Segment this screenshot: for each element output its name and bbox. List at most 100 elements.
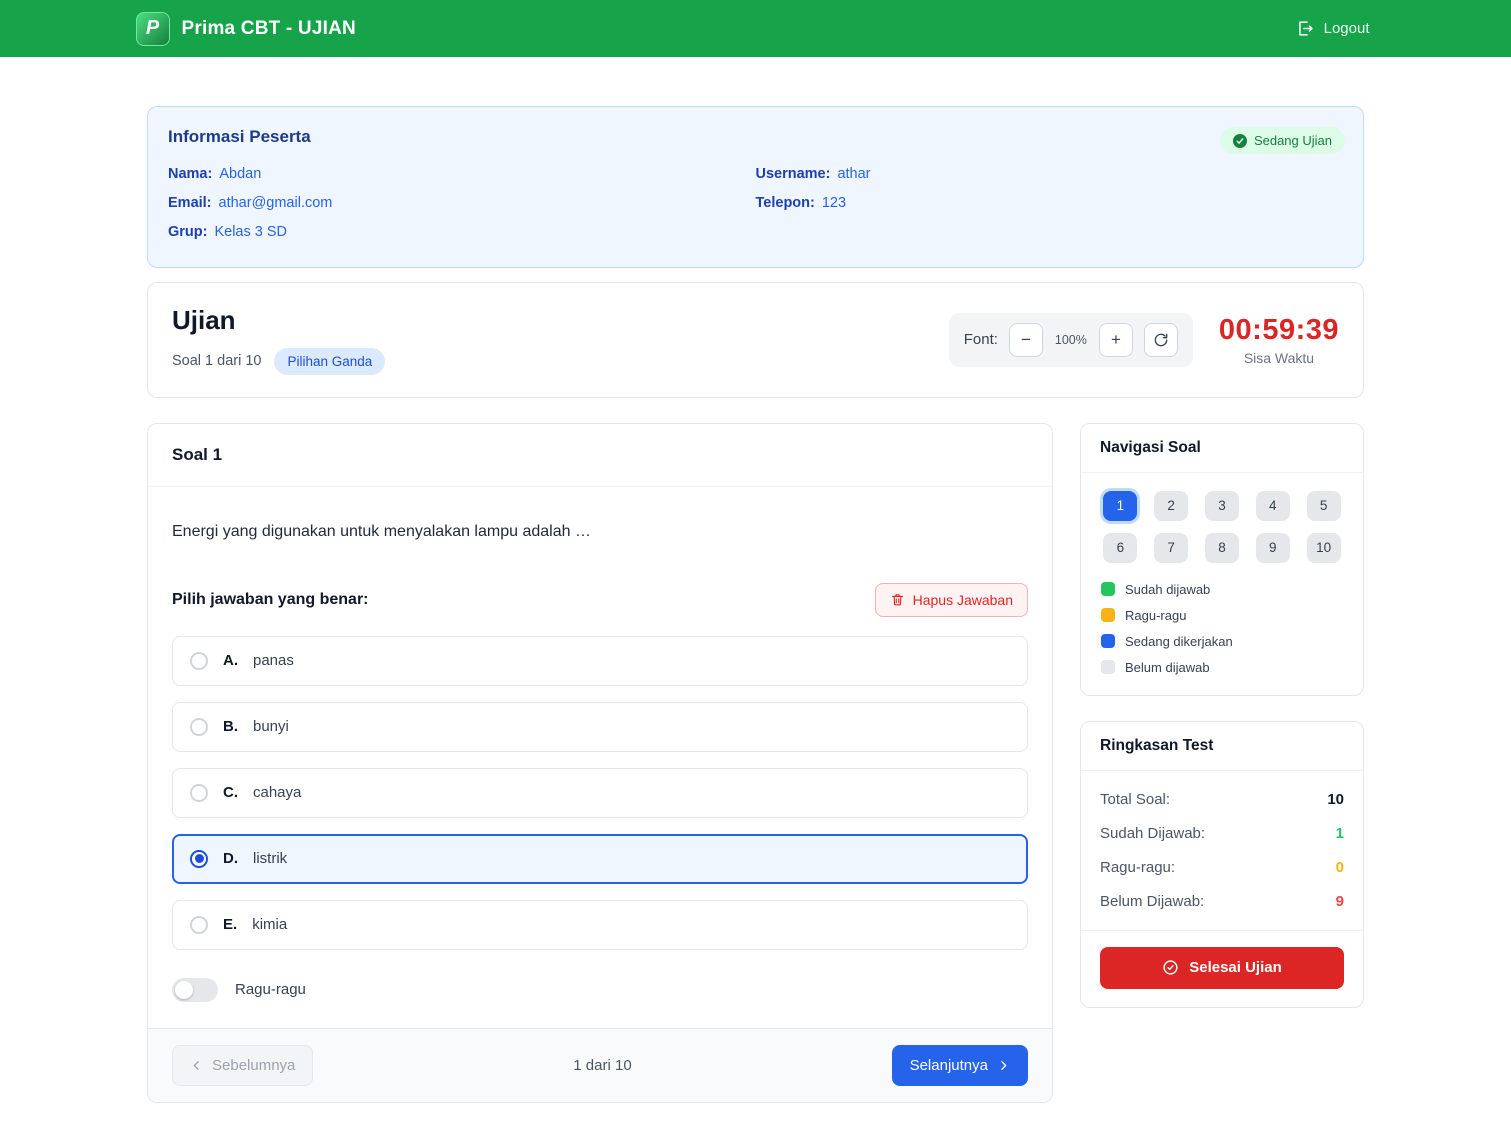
answer-option-c[interactable]: C. cahaya (172, 768, 1028, 818)
answer-option-e[interactable]: E. kimia (172, 900, 1028, 950)
app-title: Prima CBT - UJIAN (182, 18, 356, 40)
next-question-button[interactable]: Selanjutnya (892, 1045, 1028, 1086)
font-size-value: 100% (1054, 333, 1088, 347)
font-reset-button[interactable] (1144, 323, 1178, 357)
summary-label: Belum Dijawab: (1100, 893, 1204, 910)
summary-label: Sudah Dijawab: (1100, 825, 1205, 842)
minus-icon: − (1021, 331, 1031, 348)
summary-value-answered: 1 (1336, 825, 1344, 842)
field-username-value: athar (837, 166, 870, 182)
question-nav-button-7[interactable]: 7 (1154, 533, 1188, 563)
exam-title: Ujian (172, 305, 385, 336)
font-increase-button[interactable]: + (1099, 323, 1133, 357)
field-nama-label: Nama: (168, 166, 212, 182)
legend-item-doubtful: Ragu-ragu (1101, 608, 1343, 623)
question-nav-button-6[interactable]: 6 (1103, 533, 1137, 563)
field-email-label: Email: (168, 195, 212, 211)
participant-info-title: Informasi Peserta (168, 127, 1343, 147)
brand-logo-letter: P (146, 17, 159, 40)
test-summary-card: Ringkasan Test Total Soal: 10 Sudah Dija… (1080, 721, 1364, 1008)
field-grup: Grup: Kelas 3 SD (168, 225, 756, 241)
question-navigation-card: Navigasi Soal 1 2 3 4 5 6 7 8 9 10 (1080, 423, 1364, 696)
question-nav-button-10[interactable]: 10 (1307, 533, 1341, 563)
summary-row-unanswered: Belum Dijawab: 9 (1100, 893, 1344, 910)
legend-swatch-unanswered (1101, 660, 1115, 674)
question-nav-button-2[interactable]: 2 (1154, 491, 1188, 521)
exam-progress: Soal 1 dari 10 (172, 353, 261, 369)
timer: 00:59:39 Sisa Waktu (1219, 314, 1339, 366)
field-grup-value: Kelas 3 SD (214, 224, 287, 240)
option-letter: C. (223, 784, 238, 801)
legend-item-current: Sedang dikerjakan (1101, 634, 1343, 649)
option-letter: A. (223, 652, 238, 669)
field-telepon-label: Telepon: (756, 195, 815, 211)
option-letter: E. (223, 916, 237, 933)
clear-answer-button[interactable]: Hapus Jawaban (875, 583, 1028, 617)
question-text: Energi yang digunakan untuk menyalakan l… (172, 523, 1028, 541)
field-username: Username:athar (756, 167, 1344, 183)
field-nama-value: Abdan (219, 166, 261, 182)
question-nav-button-5[interactable]: 5 (1307, 491, 1341, 521)
question-nav-button-1[interactable]: 1 (1103, 491, 1137, 521)
finish-exam-button[interactable]: Selesai Ujian (1100, 947, 1344, 989)
answer-option-d[interactable]: D. listrik (172, 834, 1028, 884)
trash-icon (890, 592, 905, 607)
legend-item-answered: Sudah dijawab (1101, 582, 1343, 597)
field-telepon-value: 123 (822, 195, 846, 211)
status-badge-label: Sedang Ujian (1254, 133, 1332, 148)
finish-exam-label: Selesai Ujian (1189, 959, 1282, 976)
answer-option-a[interactable]: A. panas (172, 636, 1028, 686)
radio-option-d-selected[interactable] (190, 850, 208, 868)
doubt-toggle[interactable] (172, 978, 218, 1002)
logout-label: Logout (1324, 20, 1370, 37)
summary-row-answered: Sudah Dijawab: 1 (1100, 825, 1344, 842)
font-decrease-button[interactable]: − (1009, 323, 1043, 357)
font-label: Font: (964, 331, 998, 348)
doubt-toggle-label: Ragu-ragu (235, 981, 306, 998)
radio-option-e[interactable] (190, 916, 208, 934)
question-number-grid: 1 2 3 4 5 6 7 8 9 10 (1095, 491, 1349, 563)
question-nav-button-3[interactable]: 3 (1205, 491, 1239, 521)
question-title: Soal 1 (148, 424, 1052, 487)
question-footer: Sebelumnya 1 dari 10 Selanjutnya (148, 1028, 1052, 1102)
previous-question-label: Sebelumnya (212, 1057, 295, 1074)
summary-label: Ragu-ragu: (1100, 859, 1175, 876)
next-question-label: Selanjutnya (910, 1057, 988, 1074)
field-telepon: Telepon: 123 (756, 196, 1344, 212)
navigation-legend: Sudah dijawab Ragu-ragu Sedang dikerjaka… (1101, 582, 1343, 675)
option-text: bunyi (253, 718, 289, 735)
radio-option-b[interactable] (190, 718, 208, 736)
brand: P Prima CBT - UJIAN (136, 12, 356, 46)
question-nav-button-9[interactable]: 9 (1256, 533, 1290, 563)
toggle-knob (175, 981, 193, 999)
brand-logo-icon: P (136, 12, 170, 46)
option-letter: D. (223, 850, 238, 867)
chevron-left-icon (190, 1059, 203, 1072)
logout-button[interactable]: Logout (1290, 18, 1376, 39)
navigation-title: Navigasi Soal (1081, 424, 1363, 473)
question-nav-button-8[interactable]: 8 (1205, 533, 1239, 563)
radio-dot (195, 854, 204, 863)
font-controls: Font: − 100% + (949, 313, 1193, 367)
summary-value-doubtful: 0 (1336, 859, 1344, 876)
radio-option-c[interactable] (190, 784, 208, 802)
legend-label: Sudah dijawab (1125, 582, 1210, 597)
field-grup-label: Grup: (168, 224, 207, 240)
logout-icon (1296, 19, 1315, 38)
answer-option-b[interactable]: B. bunyi (172, 702, 1028, 752)
answer-prompt: Pilih jawaban yang benar: (172, 591, 369, 609)
status-badge: Sedang Ujian (1220, 127, 1345, 154)
field-email: Email:athar@gmail.com (168, 196, 756, 212)
radio-option-a[interactable] (190, 652, 208, 670)
app-header: P Prima CBT - UJIAN Logout (0, 0, 1511, 57)
legend-swatch-answered (1101, 582, 1115, 596)
option-letter: B. (223, 718, 238, 735)
answer-options: A. panas B. bunyi C. cahaya (172, 636, 1028, 950)
summary-value-unanswered: 9 (1336, 893, 1344, 910)
legend-label: Belum dijawab (1125, 660, 1210, 675)
timer-value: 00:59:39 (1219, 314, 1339, 347)
legend-swatch-doubtful (1101, 608, 1115, 622)
previous-question-button[interactable]: Sebelumnya (172, 1045, 313, 1086)
summary-row-total: Total Soal: 10 (1100, 791, 1344, 808)
question-nav-button-4[interactable]: 4 (1256, 491, 1290, 521)
